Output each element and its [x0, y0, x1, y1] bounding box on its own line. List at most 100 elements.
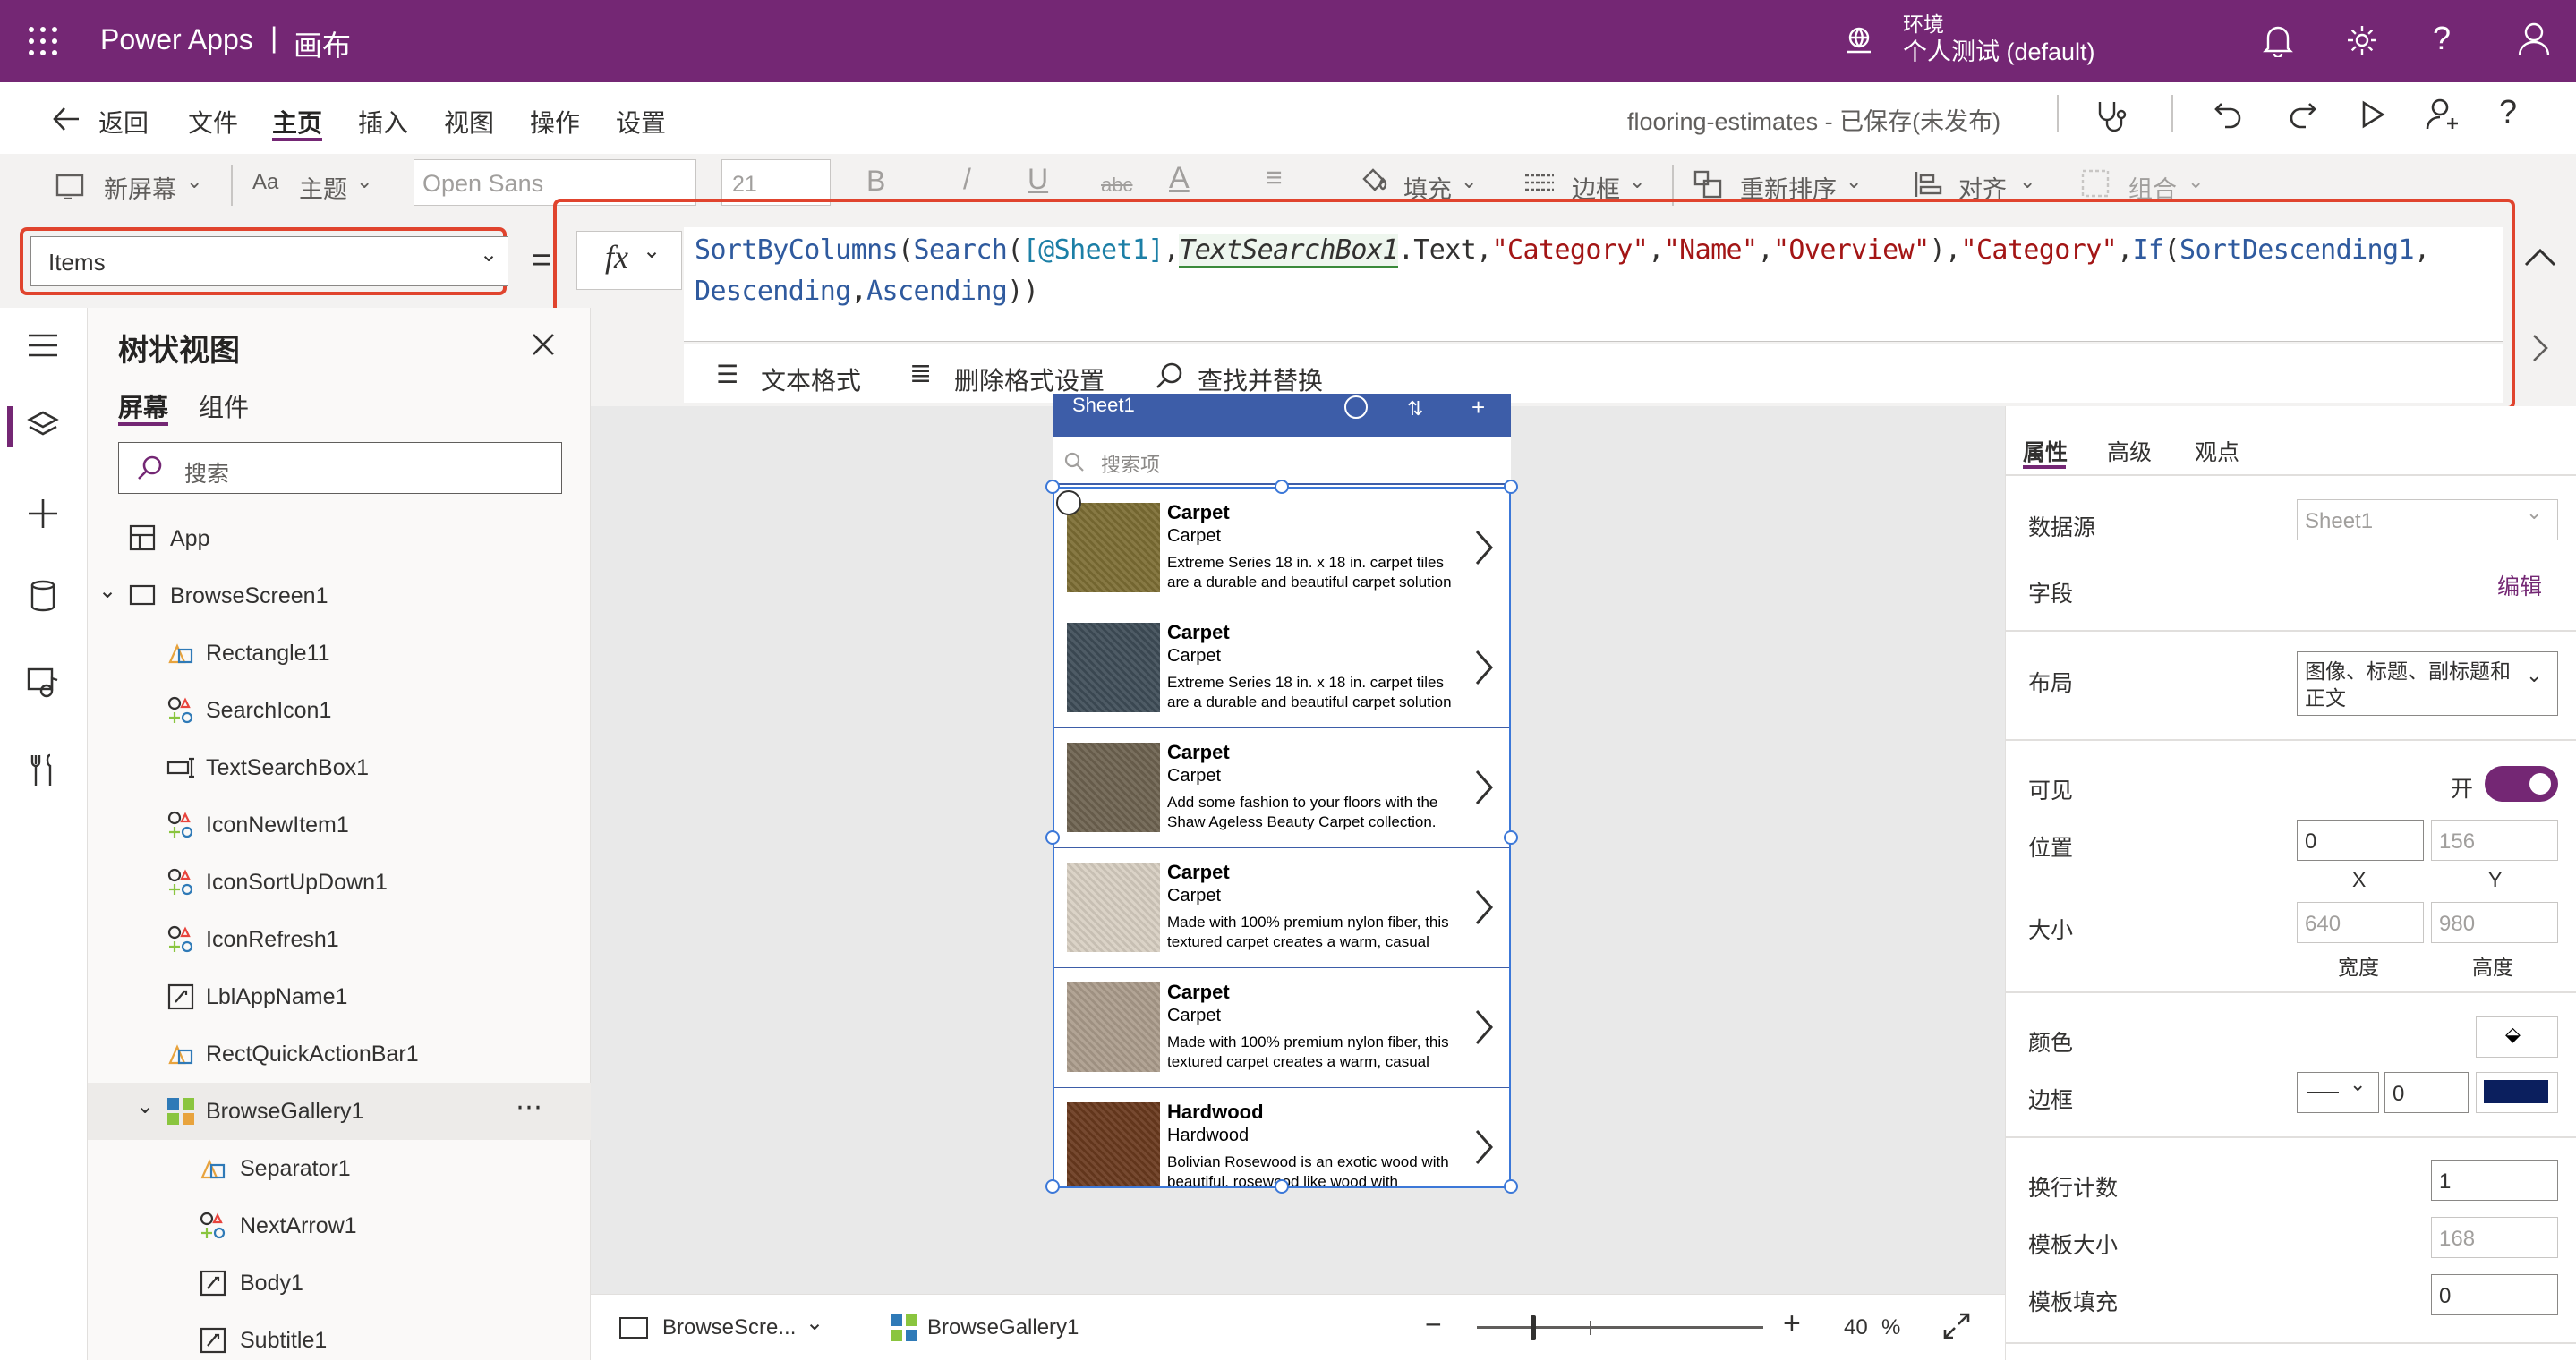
resize-handle[interactable] — [1504, 830, 1518, 845]
new-screen-icon[interactable] — [55, 172, 86, 199]
app-checker-icon[interactable] — [2094, 98, 2130, 134]
visible-toggle[interactable] — [2485, 766, 2558, 802]
resize-handle[interactable] — [1045, 480, 1060, 494]
wrap-count-input[interactable]: 1 — [2431, 1160, 2558, 1201]
back-arrow-icon[interactable] — [52, 106, 81, 132]
collapse-chevron-up-icon[interactable] — [2524, 247, 2556, 268]
tree-node[interactable]: SearchIcon1 — [88, 682, 591, 739]
breadcrumb-gallery[interactable]: BrowseGallery1 — [927, 1315, 1079, 1340]
tools-icon[interactable] — [29, 753, 57, 787]
add-item-icon[interactable]: + — [1471, 394, 1485, 421]
resize-handle[interactable] — [1045, 1179, 1060, 1194]
zoom-slider-thumb[interactable] — [1531, 1315, 1536, 1340]
tree-node[interactable]: IconRefresh1 — [88, 911, 591, 968]
chevron-right-icon[interactable] — [1473, 528, 1495, 567]
menu-insert[interactable]: 插入 — [358, 104, 408, 140]
media-icon[interactable] — [27, 667, 59, 698]
tab-advanced[interactable]: 高级 — [2107, 435, 2152, 467]
edit-template-icon[interactable] — [1056, 490, 1081, 515]
underline-button[interactable]: U — [1028, 163, 1048, 196]
zoom-slider-track[interactable] — [1477, 1326, 1763, 1329]
tree-node[interactable]: Rectangle11 — [88, 625, 591, 682]
menu-view[interactable]: 视图 — [444, 104, 494, 140]
expand-chevron-right-icon[interactable] — [2531, 333, 2549, 363]
color-picker[interactable]: ⬙ — [2476, 1016, 2558, 1058]
chevron-down-icon[interactable]: ⌄ — [98, 578, 116, 604]
waffle-icon[interactable] — [27, 25, 59, 57]
fit-to-window-icon[interactable] — [1942, 1312, 1971, 1340]
chevron-right-icon[interactable] — [1473, 648, 1495, 687]
border-width-input[interactable]: 0 — [2384, 1072, 2469, 1113]
chevron-down-icon[interactable]: ⌄ — [806, 1310, 823, 1336]
tree-node[interactable]: LblAppName1 — [88, 968, 591, 1025]
user-icon[interactable] — [2517, 21, 2551, 57]
tree-node[interactable]: Subtitle1 — [88, 1312, 591, 1369]
tree-node[interactable]: IconNewItem1 — [88, 796, 591, 854]
tree-node[interactable]: IconSortUpDown1 — [88, 854, 591, 911]
tree-node[interactable]: RectQuickActionBar1 — [88, 1025, 591, 1083]
tab-components[interactable]: 组件 — [199, 388, 249, 424]
more-options-icon[interactable]: ⋯ — [516, 1092, 542, 1123]
height-input[interactable]: 980 — [2431, 902, 2558, 943]
tab-ideas[interactable]: 观点 — [2195, 435, 2239, 467]
app-name[interactable]: Power Apps — [100, 23, 253, 56]
font-color-button[interactable]: A — [1169, 161, 1190, 196]
tree-node[interactable]: ⌄ BrowseGallery1 ⋯ — [88, 1083, 591, 1140]
tab-screens[interactable]: 屏幕 — [118, 388, 168, 424]
resize-handle[interactable] — [1045, 830, 1060, 845]
fx-button[interactable] — [576, 231, 682, 290]
tree-node[interactable]: Separator1 — [88, 1140, 591, 1197]
help-icon[interactable]: ? — [2433, 20, 2451, 57]
template-size-input[interactable]: 168 — [2431, 1217, 2558, 1258]
gallery-item[interactable]: Carpet Carpet Extreme Series 18 in. x 18 i… — [1054, 489, 1509, 608]
menu-home[interactable]: 主页 — [272, 104, 322, 140]
undo-icon[interactable] — [2213, 98, 2245, 131]
position-x-input[interactable]: 0 — [2297, 820, 2424, 861]
gallery-item[interactable]: Carpet Carpet Extreme Series 18 in. x 18 i… — [1054, 608, 1509, 728]
gallery-item[interactable]: Carpet Carpet Made with 100% premium nylon… — [1054, 968, 1509, 1088]
chevron-right-icon[interactable] — [1473, 768, 1495, 807]
redo-icon[interactable] — [2286, 98, 2318, 131]
italic-button[interactable]: / — [963, 163, 971, 196]
width-input[interactable]: 640 — [2297, 902, 2424, 943]
back-button[interactable]: 返回 — [98, 104, 149, 140]
tree-node[interactable]: Body1 — [88, 1254, 591, 1312]
database-icon[interactable] — [30, 580, 55, 612]
datasource-dropdown[interactable]: Sheet1 — [2297, 499, 2558, 540]
resize-handle[interactable] — [1275, 480, 1289, 494]
app-preview-screen[interactable]: Sheet1 ⇅ + 搜索项 Carpet Carpet Extreme Serie… — [1053, 394, 1511, 1188]
find-replace-button[interactable]: 查找并替换 — [1198, 361, 1323, 397]
zoom-in-button[interactable]: + — [1783, 1306, 1801, 1341]
environment-name[interactable]: 个人测试 (default) — [1903, 32, 2095, 67]
remove-format-button[interactable]: 删除格式设置 — [954, 361, 1105, 397]
layout-dropdown[interactable]: 图像、标题、副标题和正文 — [2297, 651, 2558, 716]
new-screen-button[interactable]: 新屏幕 — [104, 170, 176, 205]
tree-node[interactable]: TextSearchBox1 — [88, 739, 591, 796]
gallery-item[interactable]: Carpet Carpet Add some fashion to your flo… — [1054, 728, 1509, 848]
close-icon[interactable] — [532, 333, 555, 356]
strikethrough-button[interactable]: abc — [1101, 174, 1132, 197]
menu-action[interactable]: 操作 — [530, 104, 580, 140]
bold-button[interactable]: B — [866, 165, 885, 198]
layers-icon[interactable] — [27, 410, 59, 440]
tree-node[interactable]: App — [88, 510, 591, 567]
gallery-item[interactable]: Hardwood Hardwood Bolivian Rosewood is an … — [1054, 1088, 1509, 1186]
position-y-input[interactable]: 156 — [2431, 820, 2558, 861]
refresh-icon[interactable] — [1344, 395, 1368, 419]
resize-handle[interactable] — [1275, 1179, 1289, 1194]
format-text-button[interactable]: 文本格式 — [761, 361, 861, 397]
gallery-item[interactable]: Carpet Carpet Made with 100% premium nylon… — [1054, 848, 1509, 968]
gear-icon[interactable] — [2345, 23, 2379, 57]
resize-handle[interactable] — [1504, 1179, 1518, 1194]
sort-icon[interactable]: ⇅ — [1407, 397, 1423, 421]
hamburger-icon[interactable] — [27, 333, 59, 358]
text-align-icon[interactable]: ≡ — [1266, 161, 1283, 194]
border-style-dropdown[interactable]: ⌄ — [2297, 1072, 2379, 1113]
menu-settings[interactable]: 设置 — [616, 104, 666, 140]
plus-icon[interactable] — [27, 497, 59, 530]
chevron-right-icon[interactable] — [1473, 888, 1495, 927]
bell-icon[interactable] — [2263, 23, 2293, 57]
share-user-icon[interactable] — [2426, 97, 2461, 132]
menu-file[interactable]: 文件 — [188, 104, 238, 140]
tree-node[interactable]: NextArrow1 — [88, 1197, 591, 1254]
